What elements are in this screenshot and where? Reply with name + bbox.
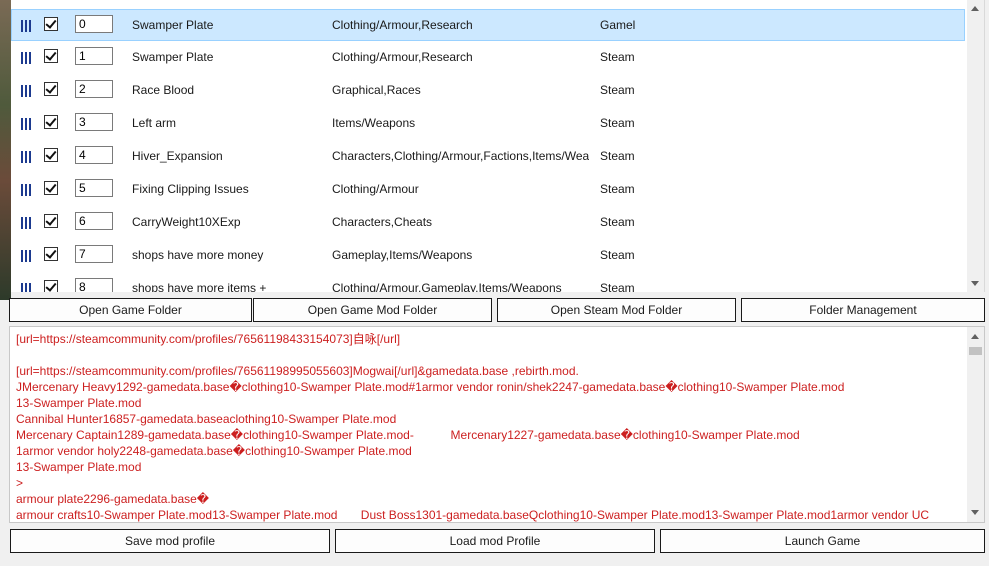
mod-categories: Characters,Clothing/Armour,Factions,Item…: [332, 149, 589, 163]
drag-handle-icon[interactable]: [21, 217, 31, 229]
mod-source: Steam: [600, 149, 635, 163]
mod-source: Steam: [600, 281, 635, 292]
load-order-input[interactable]: [75, 212, 113, 230]
load-order-input[interactable]: [75, 146, 113, 164]
mod-row[interactable]: shops have more items + Clothing/Armour,G…: [11, 272, 965, 292]
mod-name: Swamper Plate: [132, 50, 214, 64]
log-line: 13-Swamper Plate.mod: [16, 460, 142, 474]
drag-handle-icon[interactable]: [21, 283, 31, 292]
mod-categories: Clothing/Armour,Research: [332, 50, 473, 64]
drag-handle-icon[interactable]: [21, 85, 31, 97]
mod-enabled-checkbox[interactable]: [44, 82, 58, 96]
drag-handle-icon[interactable]: [21, 151, 31, 163]
mod-row[interactable]: Swamper Plate Clothing/Armour,Research Gam…: [11, 9, 965, 41]
mod-source: Steam: [600, 215, 635, 229]
log-scrollbar[interactable]: [967, 327, 984, 522]
mod-source: Steam: [600, 50, 635, 64]
mod-name: Swamper Plate: [132, 18, 214, 32]
mod-list-scrollbar[interactable]: [967, 0, 984, 292]
scroll-down-icon[interactable]: [971, 510, 979, 515]
mod-categories: Clothing/Armour,Research: [332, 18, 473, 32]
log-line: Mercenary Captain1289-gamedata.base�clot…: [16, 428, 800, 442]
mod-list-rows: Swamper Plate Clothing/Armour,Research Gam…: [11, 0, 967, 292]
open-steam-mod-folder-button[interactable]: Open Steam Mod Folder: [497, 298, 736, 322]
scroll-up-icon[interactable]: [971, 6, 979, 11]
scroll-down-icon[interactable]: [971, 281, 979, 286]
log-text: [url=https://steamcommunity.com/profiles…: [16, 331, 966, 522]
mod-source: Gamel: [600, 18, 636, 32]
mod-row[interactable]: Hiver_Expansion Characters,Clothing/Armou…: [11, 140, 965, 173]
mod-source: Steam: [600, 116, 635, 130]
log-line: Cannibal Hunter16857-gamedata.baseacloth…: [16, 412, 397, 426]
mod-source: Steam: [600, 83, 635, 97]
drag-handle-icon[interactable]: [21, 118, 31, 130]
load-order-input[interactable]: [75, 113, 113, 131]
load-order-input[interactable]: [75, 15, 113, 33]
drag-handle-icon[interactable]: [21, 52, 31, 64]
log-line: armour plate2296-gamedata.base�: [16, 492, 210, 506]
mod-name: Hiver_Expansion: [132, 149, 223, 163]
mod-name: Race Blood: [132, 83, 195, 97]
mod-source: Steam: [600, 248, 635, 262]
mod-categories: Graphical,Races: [332, 83, 421, 97]
mod-name: shops have more money: [132, 248, 264, 262]
mod-enabled-checkbox[interactable]: [44, 247, 58, 261]
drag-handle-icon[interactable]: [21, 250, 31, 262]
mod-enabled-checkbox[interactable]: [44, 49, 58, 63]
log-line: [url=https://steamcommunity.com/profiles…: [16, 332, 401, 346]
mod-enabled-checkbox[interactable]: [44, 214, 58, 228]
log-line: [url=https://steamcommunity.com/profiles…: [16, 364, 579, 378]
mod-enabled-checkbox[interactable]: [44, 148, 58, 162]
load-order-input[interactable]: [75, 80, 113, 98]
mod-list[interactable]: Swamper Plate Clothing/Armour,Research Gam…: [11, 0, 985, 292]
mod-row[interactable]: CarryWeight10XExp Characters,Cheats Steam: [11, 206, 965, 239]
log-line: 13-Swamper Plate.mod: [16, 396, 142, 410]
save-mod-profile-button[interactable]: Save mod profile: [10, 529, 330, 553]
load-order-input[interactable]: [75, 245, 113, 263]
log-scroll-thumb[interactable]: [969, 347, 982, 355]
mod-source: Steam: [600, 182, 635, 196]
mod-row[interactable]: Race Blood Graphical,Races Steam: [11, 74, 965, 107]
mod-categories: Clothing/Armour: [332, 182, 419, 196]
mod-categories: Items/Weapons: [332, 116, 416, 130]
launch-game-button[interactable]: Launch Game: [660, 529, 985, 553]
mod-name: Left arm: [132, 116, 177, 130]
mod-name: CarryWeight10XExp: [132, 215, 241, 229]
mod-row[interactable]: Left arm Items/Weapons Steam: [11, 107, 965, 140]
background-edge: [0, 0, 11, 300]
log-line: 1armor vendor holy2248-gamedata.base�clo…: [16, 444, 412, 458]
mod-categories: Clothing/Armour,Gameplay,Items/Weapons: [332, 281, 562, 292]
mod-name: shops have more items +: [132, 281, 267, 292]
load-mod-profile-button[interactable]: Load mod Profile: [335, 529, 655, 553]
drag-handle-icon[interactable]: [21, 184, 31, 196]
load-order-input[interactable]: [75, 278, 113, 292]
folder-management-button[interactable]: Folder Management: [741, 298, 985, 322]
log-line: >: [16, 476, 24, 490]
load-order-input[interactable]: [75, 47, 113, 65]
mod-row[interactable]: Fixing Clipping Issues Clothing/Armour Ste…: [11, 173, 965, 206]
mod-categories: Characters,Cheats: [332, 215, 433, 229]
mod-enabled-checkbox[interactable]: [44, 181, 58, 195]
mod-name: Fixing Clipping Issues: [132, 182, 249, 196]
mod-row[interactable]: shops have more money Gameplay,Items/Weap…: [11, 239, 965, 272]
load-order-input[interactable]: [75, 179, 113, 197]
scroll-up-icon[interactable]: [971, 334, 979, 339]
log-output[interactable]: [url=https://steamcommunity.com/profiles…: [9, 326, 985, 523]
open-game-folder-button[interactable]: Open Game Folder: [9, 298, 252, 322]
mod-enabled-checkbox[interactable]: [44, 17, 58, 31]
mod-categories: Gameplay,Items/Weapons: [332, 248, 473, 262]
drag-handle-icon[interactable]: [21, 20, 31, 32]
mod-enabled-checkbox[interactable]: [44, 115, 58, 129]
mod-row[interactable]: Swamper Plate Clothing/Armour,Research Ste…: [11, 41, 965, 74]
log-line: armour crafts10-Swamper Plate.mod13-Swam…: [16, 508, 930, 522]
open-game-mod-folder-button[interactable]: Open Game Mod Folder: [253, 298, 492, 322]
log-line: JMercenary Heavy1292-gamedata.base�cloth…: [16, 380, 845, 394]
mod-enabled-checkbox[interactable]: [44, 280, 58, 292]
